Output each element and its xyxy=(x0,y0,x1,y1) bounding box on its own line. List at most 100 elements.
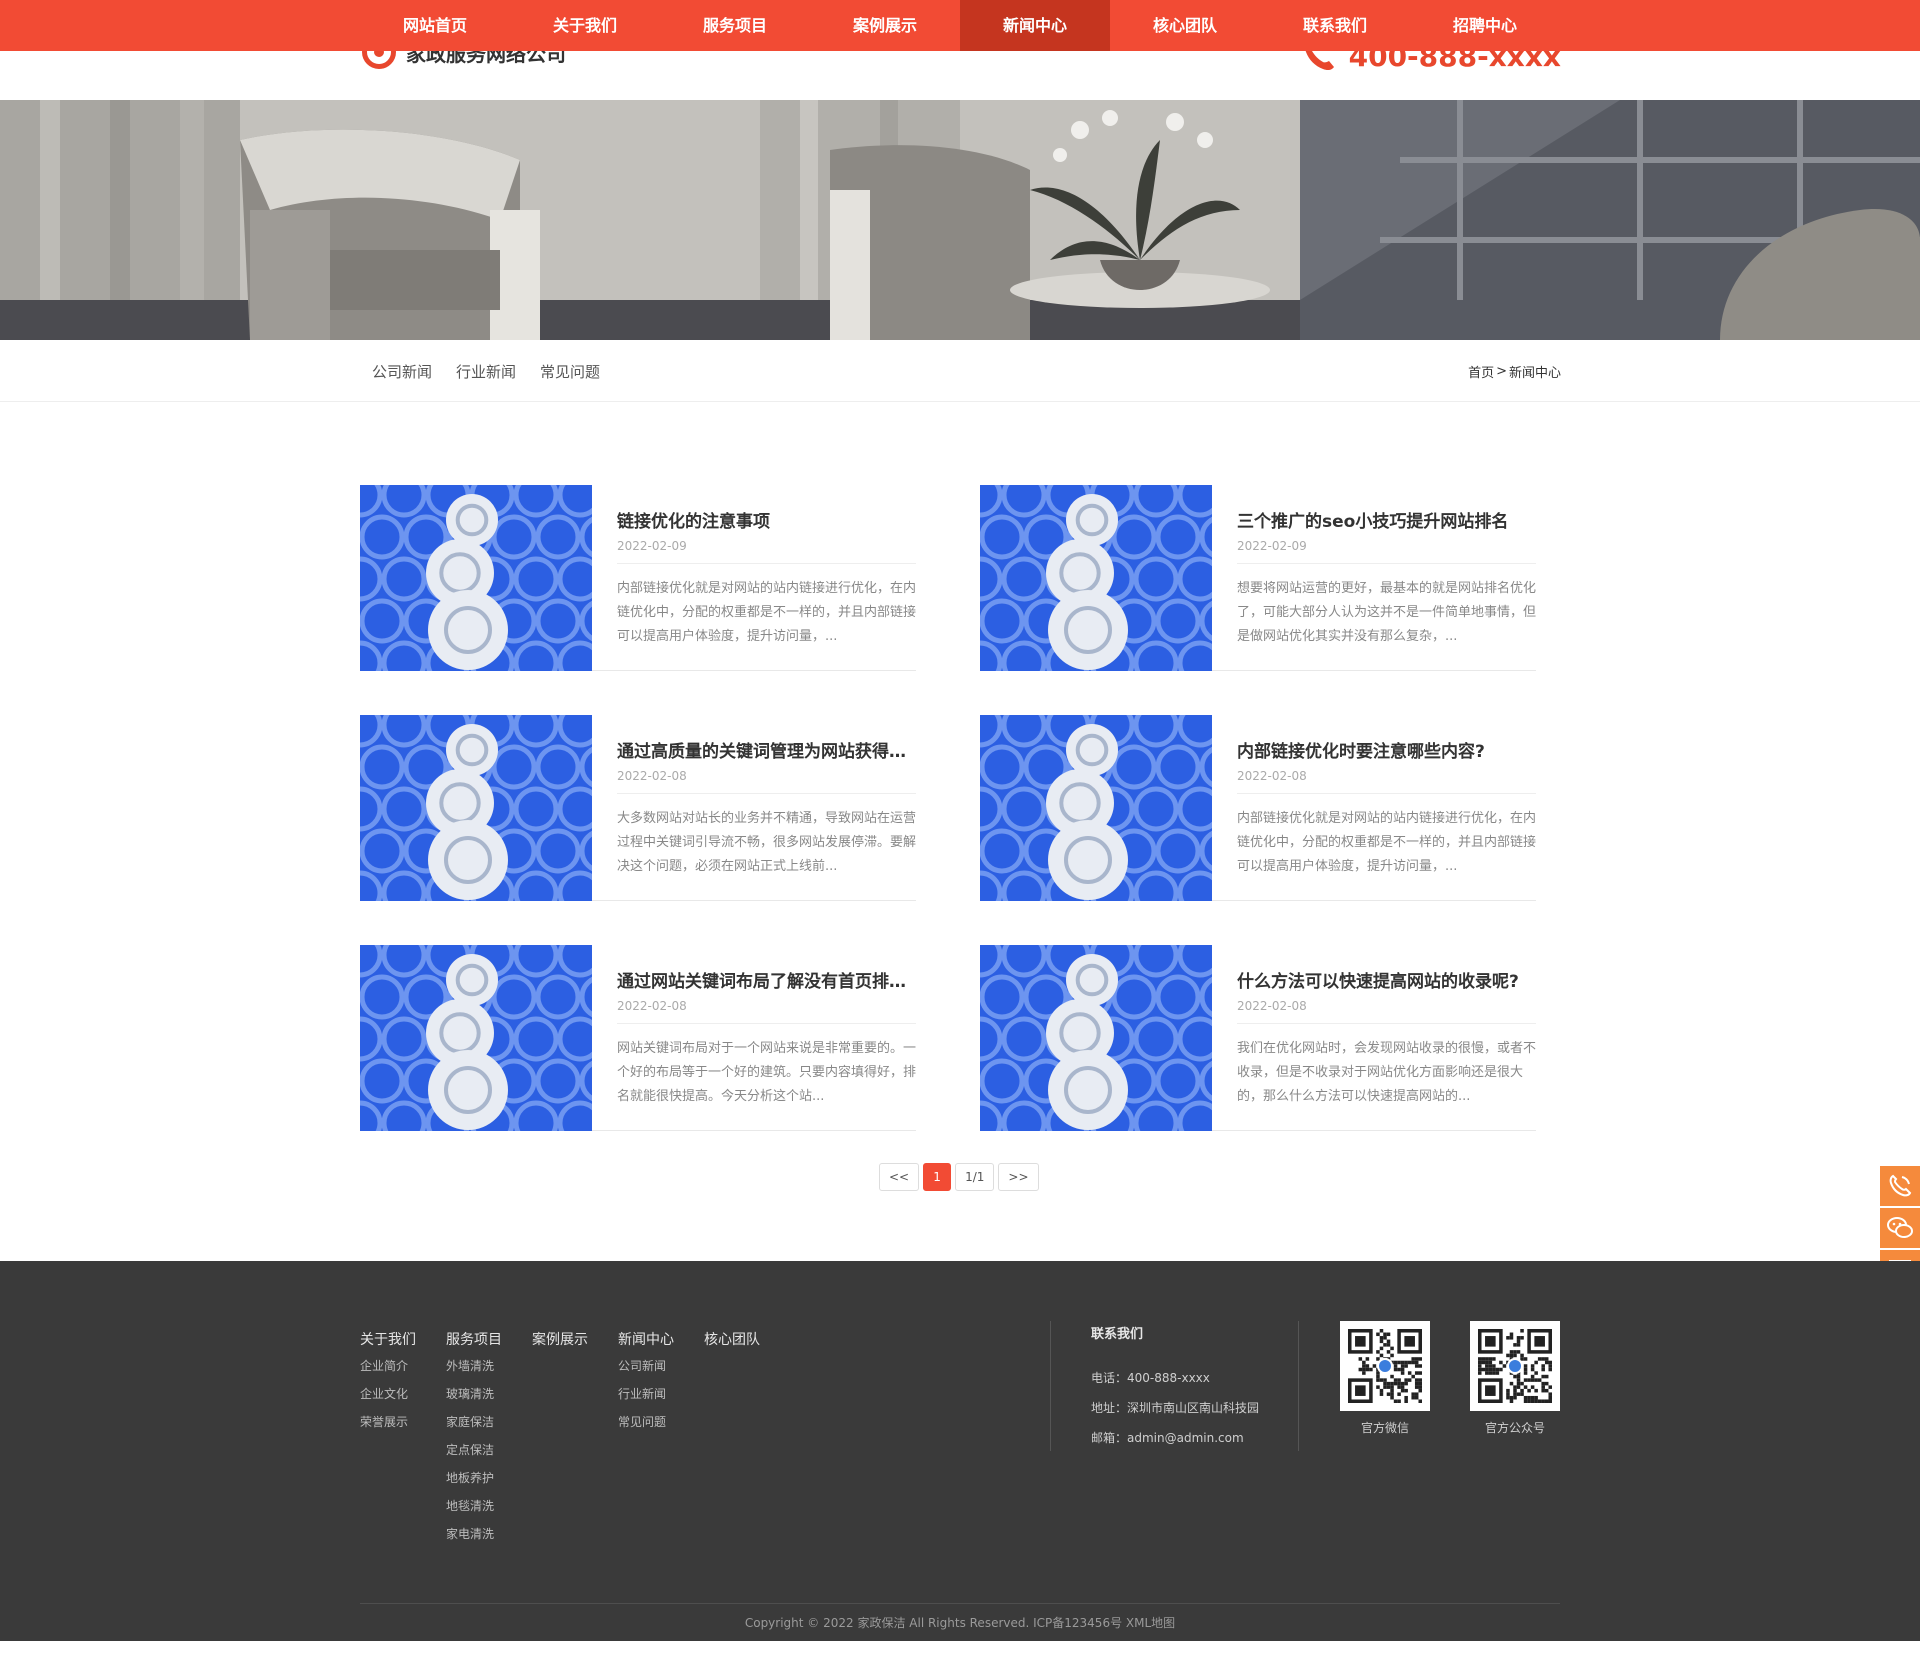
nav-item-jobs[interactable]: 招聘中心 xyxy=(1410,0,1560,51)
contact-address: 地址：深圳市南山区南山科技园 xyxy=(1091,1401,1260,1415)
qr-code xyxy=(1340,1321,1430,1411)
nav-item-news[interactable]: 新闻中心 xyxy=(960,0,1110,51)
breadcrumb-home[interactable]: 首页 xyxy=(1468,362,1494,381)
qr-label: 官方微信 xyxy=(1360,1421,1409,1435)
nav-item-home[interactable]: 网站首页 xyxy=(360,0,510,51)
news-date: 2022-02-08 xyxy=(617,769,687,783)
contact-title: 联系我们 xyxy=(1091,1327,1144,1342)
qr-official-account: 官方公众号 xyxy=(1470,1321,1560,1436)
nav-item-contact[interactable]: 联系我们 xyxy=(1260,0,1410,51)
news-title[interactable]: 三个推广的seo小技巧提升网站排名 xyxy=(1237,507,1536,532)
news-title[interactable]: 内部链接优化时要注意哪些内容? xyxy=(1237,737,1536,762)
page-button-current[interactable]: 1 xyxy=(923,1163,952,1191)
news-thumbnail[interactable] xyxy=(980,945,1212,1131)
footer-col-title[interactable]: 新闻中心 xyxy=(618,1328,704,1352)
news-summary: 大多数网站对站长的业务并不精通，导致网站在运营过程中关键词引导流不畅，很多网站发… xyxy=(617,811,916,874)
contact-email: 邮箱：admin@admin.com xyxy=(1091,1431,1244,1445)
side-phone-button[interactable] xyxy=(1880,1166,1920,1206)
qr-code xyxy=(1470,1321,1560,1411)
next-page-button[interactable]: >> xyxy=(998,1163,1039,1191)
news-divider xyxy=(1237,563,1536,564)
nav-item-services[interactable]: 服务项目 xyxy=(660,0,810,51)
qr-wechat: 官方微信 xyxy=(1340,1321,1430,1436)
wechat-icon xyxy=(1887,1217,1913,1238)
footer-link[interactable]: 企业简介 xyxy=(360,1352,446,1380)
phone-icon xyxy=(1889,1174,1912,1197)
news-thumbnail[interactable] xyxy=(980,485,1212,671)
news-title[interactable]: 链接优化的注意事项 xyxy=(617,507,916,532)
news-divider xyxy=(617,563,916,564)
main-nav: 网站首页 关于我们 服务项目 案例展示 新闻中心 核心团队 联系我们 招聘中心 xyxy=(0,0,1920,51)
news-thumbnail[interactable] xyxy=(360,485,592,671)
footer-col-title[interactable]: 服务项目 xyxy=(446,1328,532,1352)
subnav-faq[interactable]: 常见问题 xyxy=(540,361,600,382)
footer-link[interactable]: 地毯清洗 xyxy=(446,1492,532,1520)
towel-image xyxy=(980,485,1212,671)
towel-image xyxy=(360,485,592,671)
news-title[interactable]: 通过网站关键词布局了解没有首页排名... xyxy=(617,967,916,992)
nav-item-about[interactable]: 关于我们 xyxy=(510,0,660,51)
qr-code-icon xyxy=(1348,1329,1422,1403)
news-item[interactable]: 内部链接优化时要注意哪些内容? 2022-02-08 内部链接优化就是对网站的站… xyxy=(980,715,1536,901)
footer-link[interactable]: 常见问题 xyxy=(618,1408,704,1436)
footer-link[interactable]: 行业新闻 xyxy=(618,1380,704,1408)
footer-col-title[interactable]: 关于我们 xyxy=(360,1328,446,1352)
footer-col-title[interactable]: 案例展示 xyxy=(532,1328,618,1352)
news-thumbnail[interactable] xyxy=(980,715,1212,901)
footer-col-about: 关于我们 企业简介 企业文化 荣誉展示 xyxy=(360,1328,446,1548)
news-list: 链接优化的注意事项 2022-02-09 内部链接优化就是对网站的站内链接进行优… xyxy=(360,485,1560,1135)
qr-label: 官方公众号 xyxy=(1484,1421,1545,1435)
footer-col-news: 新闻中心 公司新闻 行业新闻 常见问题 xyxy=(618,1328,704,1548)
news-title[interactable]: 通过高质量的关键词管理为网站获得更... xyxy=(617,737,916,762)
news-summary: 我们在优化网站时，会发现网站收录的很慢，或者不收录，但是不收录对于网站优化方面影… xyxy=(1237,1041,1536,1104)
page-info: 1/1 xyxy=(955,1163,995,1191)
footer-link[interactable]: 公司新闻 xyxy=(618,1352,704,1380)
footer-col-cases: 案例展示 xyxy=(532,1328,618,1548)
contact-phone: 电话：400-888-xxxx xyxy=(1091,1371,1210,1385)
news-thumbnail[interactable] xyxy=(360,715,592,901)
footer-link[interactable]: 玻璃清洗 xyxy=(446,1380,532,1408)
news-summary: 内部链接优化就是对网站的站内链接进行优化，在内链优化中，分配的权重都是不一样的，… xyxy=(617,581,916,644)
news-item[interactable]: 三个推广的seo小技巧提升网站排名 2022-02-09 想要将网站运营的更好，… xyxy=(980,485,1536,671)
subnav-company-news[interactable]: 公司新闻 xyxy=(372,361,432,382)
subnav-industry-news[interactable]: 行业新闻 xyxy=(456,361,516,382)
copyright: Copyright © 2022 家政保洁 All Rights Reserve… xyxy=(360,1603,1560,1641)
news-item[interactable]: 链接优化的注意事项 2022-02-09 内部链接优化就是对网站的站内链接进行优… xyxy=(360,485,916,671)
news-divider xyxy=(1237,793,1536,794)
towel-image xyxy=(980,715,1212,901)
news-thumbnail[interactable] xyxy=(360,945,592,1131)
nav-item-team[interactable]: 核心团队 xyxy=(1110,0,1260,51)
footer-link[interactable]: 地板养护 xyxy=(446,1464,532,1492)
footer-link[interactable]: 家电清洗 xyxy=(446,1520,532,1548)
news-date: 2022-02-08 xyxy=(617,999,687,1013)
footer-col-team: 核心团队 xyxy=(704,1328,790,1548)
footer-link[interactable]: 外墙清洗 xyxy=(446,1352,532,1380)
news-date: 2022-02-09 xyxy=(1237,539,1307,553)
towel-image xyxy=(360,715,592,901)
breadcrumb-current[interactable]: 新闻中心 xyxy=(1509,362,1561,381)
nav-item-cases[interactable]: 案例展示 xyxy=(810,0,960,51)
prev-page-button[interactable]: << xyxy=(879,1163,920,1191)
news-item[interactable]: 什么方法可以快速提高网站的收录呢? 2022-02-08 我们在优化网站时，会发… xyxy=(980,945,1536,1131)
side-wechat-button[interactable] xyxy=(1880,1208,1920,1248)
footer-link[interactable]: 企业文化 xyxy=(360,1380,446,1408)
footer-divider xyxy=(1298,1321,1299,1451)
news-date: 2022-02-08 xyxy=(1237,999,1307,1013)
news-item[interactable]: 通过网站关键词布局了解没有首页排名... 2022-02-08 网站关键词布局对… xyxy=(360,945,916,1131)
news-item[interactable]: 通过高质量的关键词管理为网站获得更... 2022-02-08 大多数网站对站长… xyxy=(360,715,916,901)
news-title[interactable]: 什么方法可以快速提高网站的收录呢? xyxy=(1237,967,1536,992)
footer-contact: 联系我们 电话：400-888-xxxx 地址：深圳市南山区南山科技园 邮箱：a… xyxy=(1091,1323,1259,1453)
news-date: 2022-02-08 xyxy=(1237,769,1307,783)
news-divider xyxy=(1237,1023,1536,1024)
footer-links: 关于我们 企业简介 企业文化 荣誉展示 服务项目 外墙清洗 玻璃清洗 家庭保洁 … xyxy=(360,1328,790,1548)
sub-nav: 公司新闻 行业新闻 常见问题 首页 > 新闻中心 xyxy=(0,340,1920,402)
news-summary: 想要将网站运营的更好，最基本的就是网站排名优化了，可能大部分人认为这并不是一件简… xyxy=(1237,581,1536,644)
footer-link[interactable]: 荣誉展示 xyxy=(360,1408,446,1436)
footer-divider xyxy=(1050,1321,1051,1451)
footer: 关于我们 企业简介 企业文化 荣誉展示 服务项目 外墙清洗 玻璃清洗 家庭保洁 … xyxy=(0,1261,1920,1641)
footer-link[interactable]: 定点保洁 xyxy=(446,1436,532,1464)
footer-link[interactable]: 家庭保洁 xyxy=(446,1408,532,1436)
qr-code-icon xyxy=(1478,1329,1552,1403)
towel-image xyxy=(980,945,1212,1131)
footer-col-title[interactable]: 核心团队 xyxy=(704,1328,790,1352)
